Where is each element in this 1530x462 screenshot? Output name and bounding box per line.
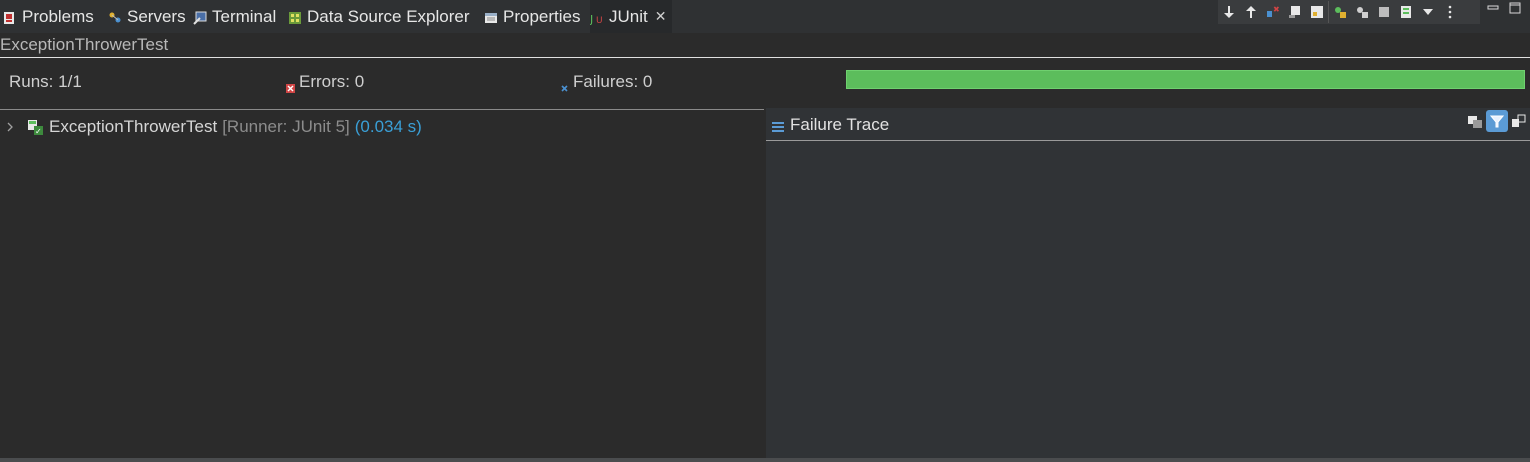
show-skipped-icon[interactable] bbox=[1306, 1, 1328, 23]
rerun-failed-first-icon[interactable] bbox=[1351, 1, 1373, 23]
properties-icon bbox=[484, 10, 498, 24]
tab-label: Servers bbox=[127, 6, 186, 26]
bottom-border bbox=[0, 458, 1530, 462]
tab-problems[interactable]: Problems bbox=[3, 0, 94, 33]
test-progress-bar bbox=[846, 70, 1525, 89]
test-suite-icon: ✓ bbox=[28, 119, 43, 136]
errors-label: Errors: bbox=[299, 72, 350, 91]
copy-trace-icon[interactable] bbox=[1508, 110, 1530, 132]
tab-terminal[interactable]: Terminal bbox=[193, 0, 276, 33]
failures-only-icon[interactable]: ✖ bbox=[1262, 1, 1284, 23]
rerun-icon[interactable] bbox=[1328, 1, 1351, 23]
view-menu-chevron-icon[interactable] bbox=[1417, 1, 1439, 23]
errors-value: 0 bbox=[354, 72, 365, 91]
runs-value: 1/1 bbox=[58, 72, 82, 91]
title-divider bbox=[0, 57, 1530, 58]
test-runner-label: [Runner: JUnit 5] bbox=[222, 117, 350, 136]
stop-icon[interactable] bbox=[1373, 1, 1395, 23]
svg-text:J: J bbox=[590, 13, 593, 25]
test-tree-pane: ✓ ExceptionThrowerTest [Runner: JUnit 5]… bbox=[0, 109, 764, 459]
tab-label: Terminal bbox=[212, 6, 277, 26]
view-title: ExceptionThrowerTest bbox=[0, 35, 169, 54]
test-class-name: ExceptionThrowerTest bbox=[49, 117, 218, 136]
minimize-button[interactable] bbox=[1484, 2, 1502, 18]
next-failure-icon[interactable] bbox=[1218, 1, 1240, 23]
failures-value: 0 bbox=[642, 72, 653, 91]
close-icon[interactable]: ✕ bbox=[655, 8, 667, 25]
tab-junit[interactable]: JU JUnit ✕ bbox=[589, 0, 673, 33]
maximize-button[interactable] bbox=[1506, 2, 1524, 18]
view-tab-bar: Problems Servers Terminal Data Source Ex… bbox=[0, 0, 1530, 33]
tab-label: JUnit bbox=[609, 6, 648, 26]
svg-text:U: U bbox=[596, 16, 603, 25]
failure-trace-toolbar bbox=[1464, 110, 1530, 132]
errors-counter: Errors: 0 bbox=[286, 72, 365, 93]
runs-label: Runs: bbox=[9, 72, 54, 91]
failures-label: Failures: bbox=[573, 72, 639, 91]
failure-trace-header: Failure Trace bbox=[766, 108, 1530, 141]
compare-results-icon[interactable] bbox=[1464, 110, 1486, 132]
junit-toolbar: ✖ bbox=[1218, 0, 1480, 24]
svg-text:✖: ✖ bbox=[1273, 5, 1280, 14]
more-options-icon[interactable] bbox=[1439, 1, 1461, 23]
servers-icon bbox=[108, 10, 122, 24]
runs-counter: Runs: 1/1 bbox=[9, 72, 82, 92]
previous-failure-icon[interactable] bbox=[1240, 1, 1262, 23]
test-duration: (0.034 s) bbox=[354, 117, 422, 136]
failure-trace-pane: Failure Trace bbox=[766, 108, 1530, 458]
junit-icon: JU bbox=[589, 10, 604, 26]
tab-label: Properties bbox=[503, 6, 581, 26]
tab-label: Problems bbox=[22, 6, 94, 26]
data-source-explorer-icon bbox=[288, 10, 302, 24]
tab-label: Data Source Explorer bbox=[307, 6, 470, 26]
chevron-right-icon[interactable] bbox=[6, 120, 16, 135]
error-icon bbox=[286, 78, 295, 93]
failure-icon bbox=[560, 78, 569, 92]
failure-trace-title: Failure Trace bbox=[790, 115, 890, 134]
filter-stack-trace-icon[interactable] bbox=[1486, 110, 1508, 132]
tab-servers[interactable]: Servers bbox=[108, 0, 186, 33]
scroll-lock-icon[interactable] bbox=[1284, 1, 1306, 23]
tab-properties[interactable]: Properties bbox=[484, 0, 580, 33]
tab-data-source-explorer[interactable]: Data Source Explorer bbox=[288, 0, 470, 33]
test-tree-row[interactable]: ✓ ExceptionThrowerTest [Runner: JUnit 5]… bbox=[6, 117, 422, 137]
problems-icon bbox=[3, 10, 17, 24]
terminal-icon bbox=[193, 10, 207, 25]
history-icon[interactable] bbox=[1395, 1, 1417, 23]
list-icon bbox=[772, 118, 784, 132]
failures-counter: Failures: 0 bbox=[560, 72, 652, 92]
svg-text:✓: ✓ bbox=[35, 127, 42, 135]
